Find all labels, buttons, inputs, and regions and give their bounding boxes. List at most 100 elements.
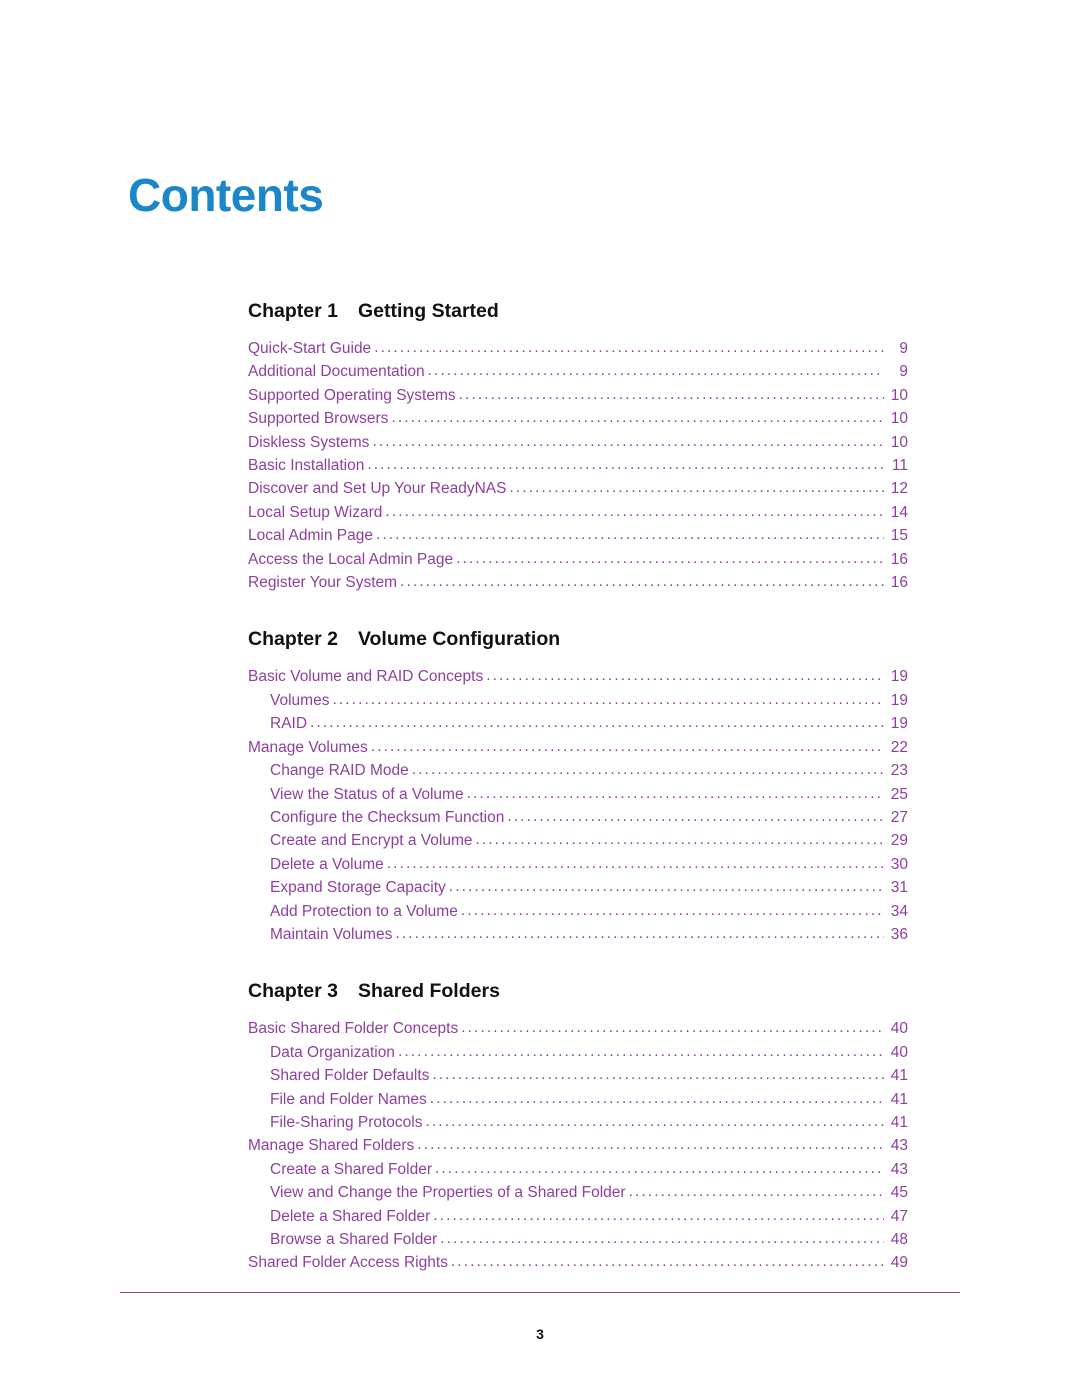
chapter-label: Chapter 3 [248, 980, 338, 1003]
chapter-block: Chapter 2 Volume Configuration Basic Volum… [248, 628, 908, 946]
toc-entry[interactable]: File and Folder Names...................… [248, 1088, 908, 1111]
chapter-title: Getting Started [357, 300, 499, 322]
toc-leader-dots: ........................................… [411, 761, 884, 779]
chapter-label: Chapter 1 [248, 300, 338, 322]
toc-leader-dots: ........................................… [433, 1206, 884, 1224]
toc-entry-label: File-Sharing Protocols [270, 1113, 423, 1131]
toc-entry-page: 22 [890, 738, 908, 756]
toc-entry-page: 43 [890, 1137, 908, 1155]
toc-entry[interactable]: Expand Storage Capacity.................… [248, 876, 908, 899]
toc-entry[interactable]: Access the Local Admin Page.............… [248, 548, 908, 571]
toc-entry[interactable]: Additional Documentation................… [248, 360, 908, 383]
toc-entry-page: 30 [890, 855, 908, 873]
toc-entry-label: Shared Folder Defaults [270, 1067, 430, 1085]
toc-entry-label: Register Your System [248, 574, 398, 592]
toc-entry-page: 16 [890, 574, 908, 592]
toc-entry[interactable]: Maintain Volumes........................… [248, 923, 908, 946]
toc-entry[interactable]: Create a Shared Folder..................… [248, 1158, 908, 1181]
toc-leader-dots: ........................................… [427, 362, 884, 380]
toc-entry[interactable]: Local Admin Page........................… [248, 524, 908, 547]
toc-entry-label: Basic Installation [248, 457, 365, 475]
toc-entry-page: 23 [890, 762, 908, 780]
toc-entry-label: Additional Documentation [248, 363, 425, 381]
toc-entry-label: Manage Volumes [248, 738, 368, 756]
chapter-heading: Chapter 1 Getting Started [248, 300, 908, 323]
toc-entry-page: 19 [890, 715, 908, 733]
toc-entry[interactable]: Register Your System....................… [248, 571, 908, 594]
toc-entry[interactable]: Diskless Systems........................… [248, 431, 908, 454]
toc-entry[interactable]: Shared Folder Access Rights.............… [248, 1251, 908, 1274]
toc-entry[interactable]: Change RAID Mode........................… [248, 759, 908, 782]
toc-entry-label: Local Admin Page [248, 527, 373, 545]
toc-entry-page: 41 [890, 1113, 908, 1131]
toc-entry[interactable]: View the Status of a Volume.............… [248, 783, 908, 806]
toc-entry[interactable]: Delete a Volume.........................… [248, 853, 908, 876]
toc-entry-label: Manage Shared Folders [248, 1137, 415, 1155]
toc-entry-label: Delete a Volume [270, 855, 384, 873]
toc-leader-dots: ........................................… [456, 549, 884, 567]
toc-entry-label: Access the Local Admin Page [248, 550, 454, 568]
toc-entry[interactable]: Create and Encrypt a Volume.............… [248, 829, 908, 852]
toc-entry-page: 48 [890, 1231, 908, 1248]
toc-entry[interactable]: Discover and Set Up Your ReadyNAS.......… [248, 477, 908, 500]
toc-entry-label: Discover and Set Up Your ReadyNAS [248, 480, 507, 498]
document-page: Contents Chapter 1 Getting Started Quick-S… [0, 0, 1080, 1397]
toc-leader-dots: ........................................… [332, 690, 884, 708]
toc-entry[interactable]: Add Protection to a Volume..............… [248, 900, 908, 923]
toc-entry-page: 27 [890, 808, 908, 826]
toc-leader-dots: ........................................… [486, 667, 884, 685]
toc-leader-dots: ........................................… [475, 831, 884, 849]
toc-leader-dots: ........................................… [440, 1230, 884, 1247]
toc-leader-dots: ........................................… [397, 1042, 884, 1060]
toc-entry-label: Expand Storage Capacity [270, 879, 446, 897]
toc-entry-page: 10 [890, 386, 908, 404]
toc-entry[interactable]: Browse a Shared Folder..................… [248, 1228, 908, 1251]
toc-leader-dots: ........................................… [374, 339, 884, 356]
toc-entry[interactable]: Configure the Checksum Function.........… [248, 806, 908, 829]
toc-entry[interactable]: Data Organization.......................… [248, 1041, 908, 1064]
toc-entry[interactable]: RAID....................................… [248, 712, 908, 735]
toc-entry[interactable]: Basic Shared Folder Concepts............… [248, 1017, 908, 1040]
toc-entry-page: 19 [890, 668, 908, 686]
toc-entry[interactable]: View and Change the Properties of a Shar… [248, 1181, 908, 1204]
toc-leader-dots: ........................................… [375, 526, 884, 544]
page-title: Contents [128, 169, 324, 221]
footer-divider [120, 1292, 960, 1293]
toc-leader-dots: ........................................… [386, 854, 884, 872]
toc-entry-label: Configure the Checksum Function [270, 808, 505, 826]
toc-entry-page: 16 [890, 550, 908, 568]
toc-entry[interactable]: File-Sharing Protocols..................… [248, 1111, 908, 1134]
toc-entry-label: File and Folder Names [270, 1090, 427, 1108]
chapter-block: Chapter 3 Shared Folders Basic Shared Fold… [248, 980, 908, 1274]
toc-entry[interactable]: Delete a Shared Folder..................… [248, 1205, 908, 1228]
footer-page-number: 3 [536, 1326, 544, 1342]
toc-entry[interactable]: Supported Browsers......................… [248, 407, 908, 430]
chapter-title: Shared Folders [357, 980, 500, 1003]
toc-entry-page: 34 [890, 902, 908, 920]
toc-entry[interactable]: Basic Installation......................… [248, 454, 908, 477]
toc-entry[interactable]: Volumes.................................… [248, 689, 908, 712]
toc-entry[interactable]: Basic Volume and RAID Concepts..........… [248, 665, 908, 688]
toc-leader-dots: ........................................… [466, 784, 884, 802]
toc-leader-dots: ........................................… [429, 1089, 884, 1107]
toc-entry-label: Add Protection to a Volume [270, 902, 458, 920]
toc-entry-page: 47 [890, 1207, 908, 1225]
toc-entry[interactable]: Quick-Start Guide.......................… [248, 337, 908, 360]
toc-entry[interactable]: Local Setup Wizard......................… [248, 501, 908, 524]
toc-leader-dots: ........................................… [367, 456, 884, 474]
toc-entry[interactable]: Manage Shared Folders...................… [248, 1134, 908, 1157]
toc-leader-dots: ........................................… [310, 714, 884, 732]
toc-leader-dots: ........................................… [432, 1066, 884, 1084]
toc-entry-label: Local Setup Wizard [248, 503, 383, 521]
toc-entry-page: 49 [890, 1254, 908, 1272]
toc-leader-dots: ........................................… [434, 1159, 884, 1177]
toc-entry-label: Shared Folder Access Rights [248, 1254, 448, 1272]
toc-entry[interactable]: Manage Volumes..........................… [248, 736, 908, 759]
toc-entry-page: 36 [890, 925, 908, 943]
toc-entry-label: View the Status of a Volume [270, 785, 464, 803]
toc-entry[interactable]: Shared Folder Defaults..................… [248, 1064, 908, 1087]
toc-entry-page: 12 [890, 480, 908, 498]
toc-entry[interactable]: Supported Operating Systems.............… [248, 384, 908, 407]
toc-entry-page: 41 [890, 1067, 908, 1085]
toc-entry-label: Change RAID Mode [270, 762, 409, 780]
